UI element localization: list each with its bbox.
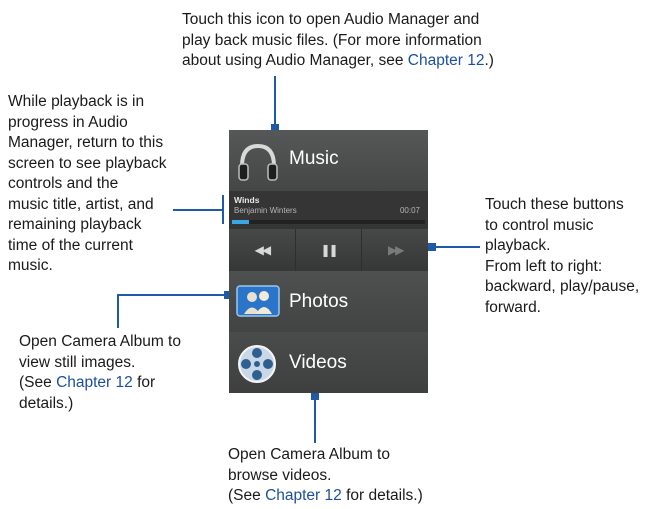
callout-controls: Touch these buttons to control music pla…: [485, 195, 639, 318]
music-label: Music: [289, 148, 339, 169]
callout-photos: Open Camera Album to view still images. …: [19, 332, 181, 414]
backward-icon: ◀◀: [254, 243, 272, 257]
playback-progress-bar: [232, 220, 425, 224]
callout-line: From left to right:: [485, 257, 603, 275]
connector-photos-v: [117, 294, 119, 328]
film-reel-icon: [238, 345, 276, 383]
videos-tile[interactable]: Videos: [229, 332, 428, 393]
callout-line: (See Chapter 12 for: [19, 374, 156, 391]
callout-line: Touch these buttons: [485, 196, 624, 213]
callout-line: browse videos.: [228, 466, 332, 484]
callout-line: music.: [8, 257, 53, 274]
connector-now-playing: [173, 209, 223, 211]
callout-line: view still images.: [19, 353, 136, 371]
chapter-reference: Chapter 12: [56, 374, 133, 391]
connector-music: [274, 76, 276, 128]
connector-dot-videos: [311, 392, 319, 400]
callout-line: Touch this icon to open Audio Manager an…: [182, 11, 480, 28]
track-title: Winds: [234, 195, 260, 205]
callout-line: play back music files. (For more informa…: [182, 31, 482, 49]
callout-line: forward.: [485, 298, 541, 316]
callout-line: Open Camera Album to: [228, 446, 390, 463]
forward-button[interactable]: ▶▶: [362, 229, 428, 271]
chapter-reference: Chapter 12: [265, 487, 342, 504]
track-remaining-time: 00:07: [399, 206, 420, 215]
videos-label: Videos: [289, 352, 347, 373]
playback-controls: ◀◀ ❚❚ ▶▶: [229, 229, 428, 271]
track-artist: Benjamin Winters: [234, 206, 297, 215]
music-tile[interactable]: Music: [229, 130, 428, 192]
connector-dot-controls: [428, 243, 436, 251]
connector-videos: [314, 397, 316, 443]
phone-screen: Music Winds Benjamin Winters 00:07 ◀◀ ❚❚…: [229, 130, 428, 393]
callout-line: screen to see playback: [8, 154, 167, 172]
callout-line: details.): [19, 394, 74, 412]
photos-tile[interactable]: Photos: [229, 271, 428, 333]
callout-line: about using Audio Manager, see Chapter 1…: [182, 52, 494, 69]
forward-icon: ▶▶: [387, 243, 405, 257]
callout-music: Touch this icon to open Audio Manager an…: [182, 10, 494, 72]
callout-line: controls and the: [8, 175, 119, 192]
playback-progress-fill: [232, 220, 250, 224]
callout-line: progress in Audio: [8, 113, 128, 131]
headphones-icon: [238, 143, 278, 181]
callout-line: time of the current: [8, 236, 133, 254]
callout-line: remaining playback: [8, 216, 142, 233]
callout-line: playback.: [485, 237, 551, 254]
now-playing-panel: Winds Benjamin Winters 00:07: [229, 191, 428, 229]
callout-now-playing: While playback is in progress in Audio M…: [8, 92, 167, 277]
connector-controls: [430, 246, 480, 248]
callout-line: Manager, return to this: [8, 134, 164, 151]
callout-line: (See Chapter 12 for details.): [228, 487, 423, 504]
callout-videos: Open Camera Album to browse videos. (See…: [228, 445, 423, 507]
callout-line: Open Camera Album to: [19, 333, 181, 350]
backward-button[interactable]: ◀◀: [229, 229, 296, 271]
chapter-reference: Chapter 12: [407, 52, 485, 69]
callout-line: While playback is in: [8, 93, 145, 110]
callout-line: music title, artist, and: [8, 195, 154, 213]
callout-line: backward, play/pause,: [485, 278, 640, 295]
play-pause-button[interactable]: ❚❚: [295, 229, 363, 271]
connector-bracket: [222, 195, 224, 224]
connector-photos-h: [117, 294, 227, 296]
pause-icon: ❚❚: [320, 243, 338, 257]
photos-icon: [236, 285, 280, 317]
callout-line: to control music: [485, 216, 594, 234]
photos-label: Photos: [289, 291, 349, 312]
